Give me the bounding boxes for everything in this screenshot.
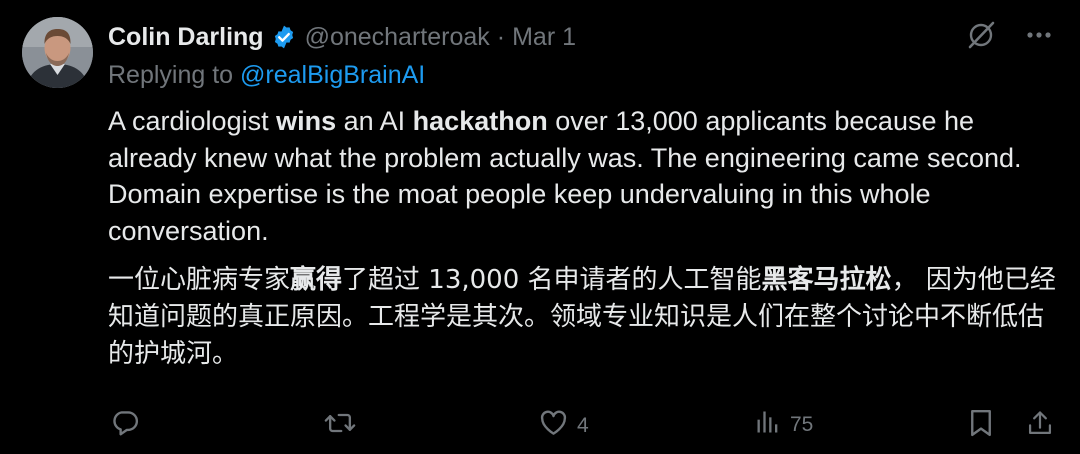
repost-icon xyxy=(324,408,356,443)
grok-icon[interactable] xyxy=(966,20,996,50)
like-count: 4 xyxy=(577,413,589,437)
post-date[interactable]: Mar 1 xyxy=(512,23,576,52)
avatar[interactable] xyxy=(22,17,93,88)
heart-icon xyxy=(538,408,569,443)
replying-to: Replying to @realBigBrainAI xyxy=(108,61,425,90)
text-segment: an AI xyxy=(336,106,413,136)
meta-separator: · xyxy=(496,22,506,51)
more-icon[interactable] xyxy=(1026,31,1052,39)
text-bold-segment: 赢得 xyxy=(290,265,343,295)
text-segment: A cardiologist xyxy=(108,106,277,136)
bookmark-icon xyxy=(968,408,994,443)
replying-to-label: Replying to xyxy=(108,61,234,89)
post-header: Colin Darling @onecharteroak · Mar 1 xyxy=(108,18,576,56)
text-bold-segment: wins xyxy=(276,106,337,136)
replying-to-mention[interactable]: @realBigBrainAI xyxy=(240,61,425,89)
text-bold-segment: hackathon xyxy=(412,106,548,136)
like-button[interactable]: 4 xyxy=(538,408,589,443)
text-segment: 了超过 13,000 名申请者的人工智能 xyxy=(342,265,762,295)
author-handle[interactable]: @onecharteroak xyxy=(305,23,490,52)
author-name[interactable]: Colin Darling xyxy=(108,23,264,52)
post-action-bar: 4 75 xyxy=(0,408,1080,448)
post-top-actions xyxy=(966,20,1052,50)
repost-button[interactable] xyxy=(324,408,364,443)
reply-button[interactable] xyxy=(110,408,148,443)
text-bold-segment: 黑客马拉松 xyxy=(761,265,892,295)
verified-badge-icon[interactable] xyxy=(271,24,297,50)
views-count: 75 xyxy=(790,412,814,436)
post-text-chinese: 一位心脏病专家赢得了超过 13,000 名申请者的人工智能黑客马拉松， 因为他已… xyxy=(108,262,1058,373)
text-segment: 一位心脏病专家 xyxy=(108,265,291,295)
views-icon xyxy=(754,408,782,441)
share-button[interactable] xyxy=(1026,408,1054,443)
post-text-english: A cardiologist wins an AI hackathon over… xyxy=(108,103,1058,249)
views-button[interactable]: 75 xyxy=(754,408,813,441)
share-icon xyxy=(1026,408,1054,443)
bookmark-button[interactable] xyxy=(968,408,994,443)
reply-icon xyxy=(110,408,140,443)
